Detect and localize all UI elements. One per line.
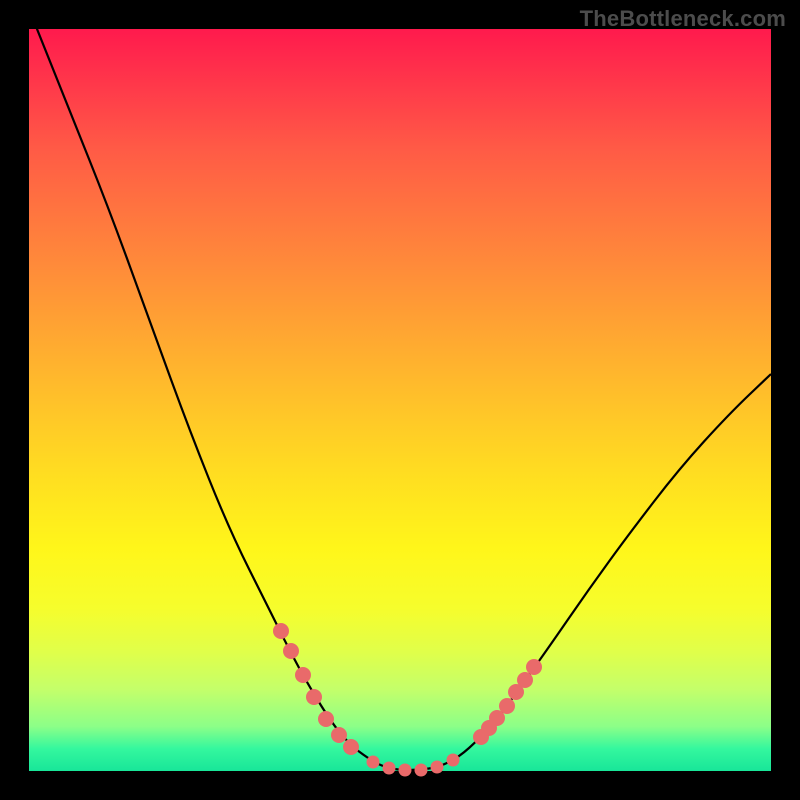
bottleneck-curve: [29, 29, 771, 771]
curve-dot-left: [273, 623, 289, 639]
curve-dot-left: [295, 667, 311, 683]
curve-dot-bottom: [383, 762, 396, 775]
curve-dot-bottom: [367, 756, 380, 769]
curve-dot-right: [526, 659, 542, 675]
curve-dot-left: [318, 711, 334, 727]
curve-dot-bottom: [447, 754, 460, 767]
plot-area: [29, 29, 771, 771]
curve-dot-right: [499, 698, 515, 714]
curve-dot-bottom: [431, 761, 444, 774]
watermark-text: TheBottleneck.com: [580, 6, 786, 32]
curve-dot-left: [343, 739, 359, 755]
curve-dot-bottom: [399, 764, 412, 777]
curve-dot-left: [306, 689, 322, 705]
curve-dot-left: [283, 643, 299, 659]
chart-frame: TheBottleneck.com: [0, 0, 800, 800]
curve-dot-bottom: [415, 764, 428, 777]
